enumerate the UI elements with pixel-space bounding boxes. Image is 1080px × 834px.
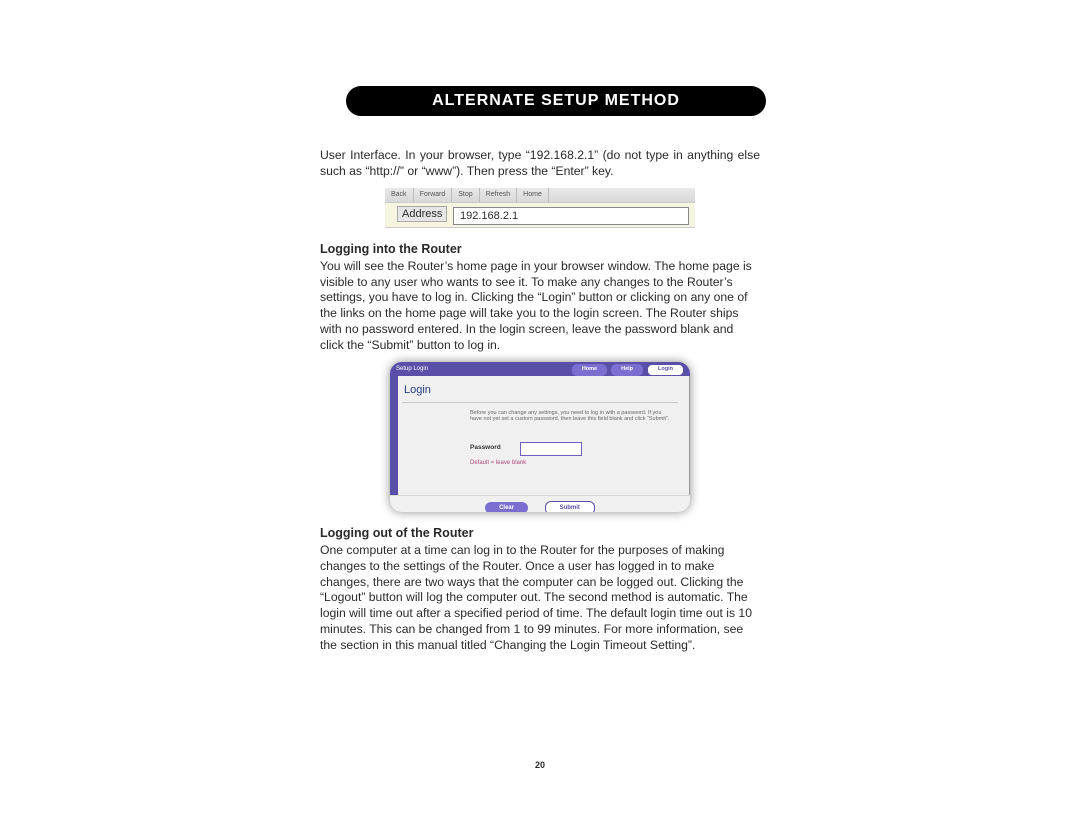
login-title: Login bbox=[404, 384, 431, 396]
toolbar-home: Home bbox=[517, 188, 549, 202]
browser-toolbar: BackForwardStopRefreshHome bbox=[385, 188, 695, 203]
toolbar-refresh: Refresh bbox=[480, 188, 518, 202]
nav-help-button[interactable]: Help bbox=[611, 364, 643, 376]
password-label: Password bbox=[470, 444, 501, 451]
toolbar-back: Back bbox=[385, 188, 414, 202]
section2-title: Logging out of the Router bbox=[320, 526, 760, 540]
intro-text: User Interface. In your browser, type “1… bbox=[320, 148, 760, 180]
submit-button[interactable]: Submit bbox=[545, 501, 595, 512]
page-number: 20 bbox=[0, 760, 1080, 770]
section1-body: You will see the Router’s home page in y… bbox=[320, 259, 760, 354]
password-default-hint: Default = leave blank bbox=[470, 460, 526, 466]
login-message: Before you can change any settings, you … bbox=[470, 410, 670, 423]
figure-address-bar: BackForwardStopRefreshHome Address 192.1… bbox=[385, 188, 695, 228]
toolbar-forward: Forward bbox=[414, 188, 453, 202]
section1-title: Logging into the Router bbox=[320, 242, 760, 256]
section2-body: One computer at a time can log in to the… bbox=[320, 543, 760, 654]
clear-button[interactable]: Clear bbox=[485, 502, 528, 512]
login-topbar-title: Setup Login bbox=[396, 366, 428, 372]
toolbar-stop: Stop bbox=[452, 188, 479, 202]
nav-login-button[interactable]: Login bbox=[647, 364, 684, 376]
login-topbar: Setup Login Home Help Login bbox=[390, 362, 690, 376]
password-input[interactable] bbox=[520, 442, 582, 456]
login-leftbar bbox=[390, 376, 398, 496]
nav-home-button[interactable]: Home bbox=[572, 364, 607, 376]
figure-login-panel: Setup Login Home Help Login Login Before… bbox=[390, 362, 690, 512]
address-label: Address bbox=[397, 206, 447, 222]
address-input[interactable]: 192.168.2.1 bbox=[453, 207, 689, 225]
section-header: ALTERNATE SETUP METHOD bbox=[346, 86, 766, 116]
login-divider bbox=[402, 402, 678, 403]
